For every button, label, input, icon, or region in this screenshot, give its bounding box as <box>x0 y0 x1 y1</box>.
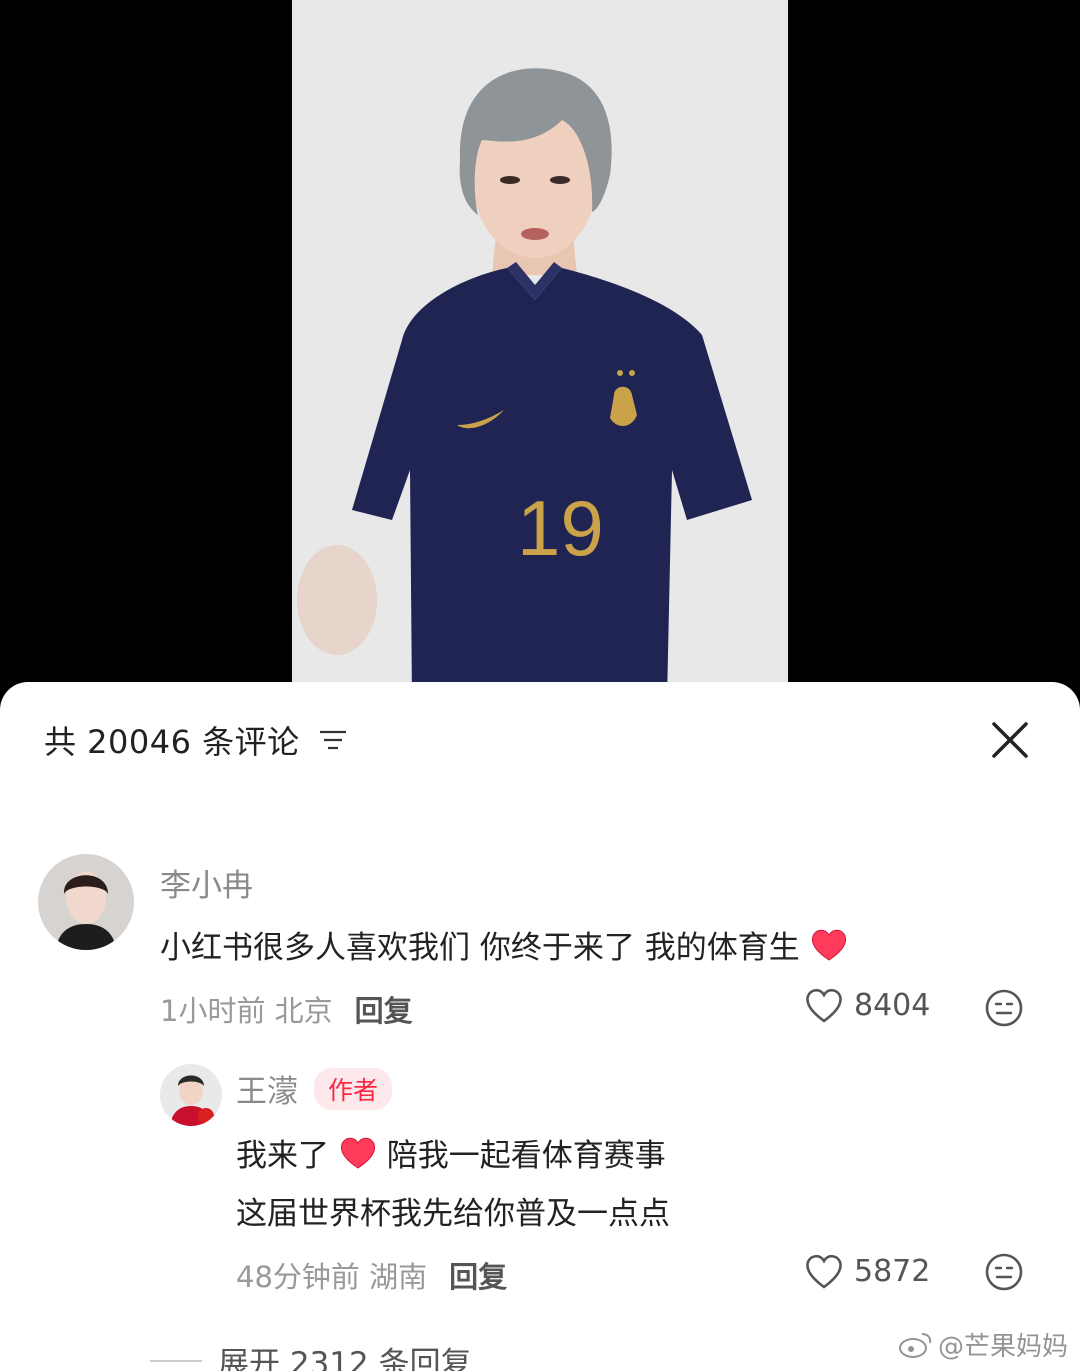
expand-replies-label: 展开 2312 条回复 <box>218 1346 472 1371</box>
reply-item: 王濛 作者 我来了 陪我一起看体育赛事 这届世界杯我先给你普及一点点 48分钟前… <box>0 682 1080 1332</box>
reply-text-line-2: 这届世界杯我先给你普及一点点 <box>236 1196 670 1232</box>
video-frame[interactable]: 19 <box>292 0 788 700</box>
reply-username[interactable]: 王濛 <box>236 1066 298 1111</box>
reply-meta: 48分钟前 湖南 回复 <box>236 1254 507 1296</box>
watermark-text: @芒果妈妈 <box>937 1332 1068 1362</box>
reply-text-part: 陪我一起看体育赛事 <box>386 1138 666 1174</box>
avatar[interactable] <box>160 1064 222 1126</box>
like-button[interactable]: 5872 <box>804 1252 930 1290</box>
weibo-icon <box>898 1332 932 1358</box>
comments-sheet: 共 20046 条评论 李小冉 小红书很多人喜欢我们 你终于来了 我的体育生 1… <box>0 682 1080 1371</box>
video-player[interactable]: 19 <box>0 0 1080 700</box>
reply-button[interactable]: 回复 <box>449 1254 507 1296</box>
author-badge: 作者 <box>314 1067 393 1110</box>
like-count: 5872 <box>854 1253 931 1289</box>
heart-outline-icon <box>806 1254 842 1289</box>
reply-text-part: 我来了 <box>236 1138 329 1174</box>
expand-replies-button[interactable]: 展开 2312 条回复 <box>150 1338 472 1371</box>
jersey-number: 19 <box>517 484 604 572</box>
reply-time-location: 48分钟前 湖南 <box>236 1260 428 1294</box>
reply-text-line-1: 我来了 陪我一起看体育赛事 <box>236 1130 666 1175</box>
divider <box>150 1359 202 1362</box>
reply-header: 王濛 作者 <box>236 1066 393 1111</box>
neutral-face-icon[interactable] <box>984 1252 1024 1292</box>
video-person-image: 19 <box>292 0 788 700</box>
watermark: @芒果妈妈 <box>898 1326 1068 1363</box>
red-heart-emoji-icon <box>340 1137 375 1169</box>
